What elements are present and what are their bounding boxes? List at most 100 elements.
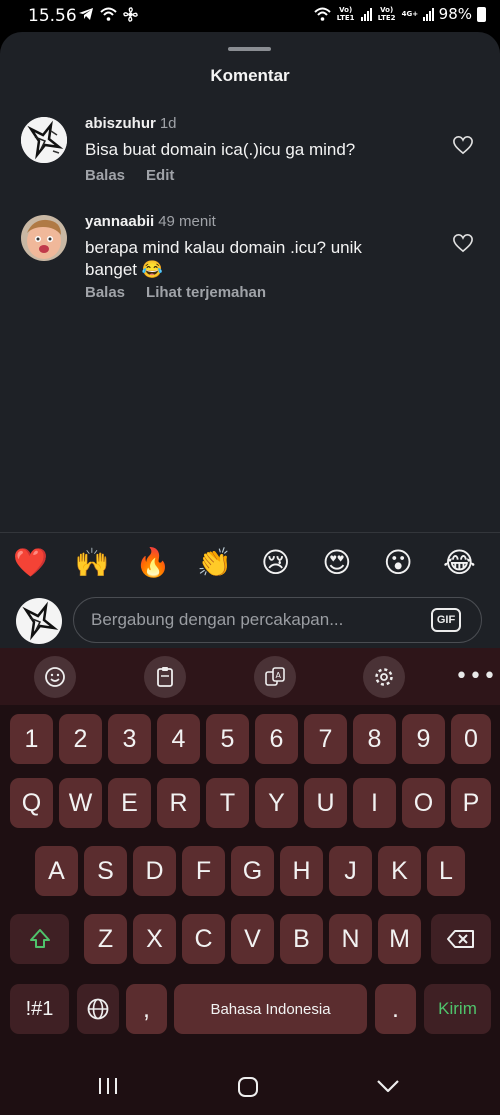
key-d[interactable]: D	[133, 846, 176, 896]
battery-percent: 98%	[438, 5, 472, 23]
backspace-key[interactable]	[431, 914, 491, 964]
comment-username[interactable]: abiszuhur	[85, 115, 156, 132]
sim1-label: Vo) LTE1	[336, 6, 355, 22]
keyboard: A ••• 1 2 3 4 5 6 7 8 9 0 Q W E R T Y U …	[0, 648, 500, 1056]
comment-input-box[interactable]: Bergabung dengan percakapan... GIF	[73, 597, 482, 643]
key-o[interactable]: O	[402, 778, 445, 828]
comment-actions: Balas Edit	[85, 167, 174, 184]
avatar-image	[21, 215, 67, 261]
key-l[interactable]: L	[427, 846, 465, 896]
shift-key[interactable]	[10, 914, 69, 964]
send-button[interactable]: Kirim	[424, 984, 491, 1034]
key-9[interactable]: 9	[402, 714, 445, 764]
shift-icon	[29, 929, 50, 948]
key-m[interactable]: M	[378, 914, 421, 964]
key-s[interactable]: S	[84, 846, 127, 896]
key-6[interactable]: 6	[255, 714, 298, 764]
emoji-icon[interactable]	[34, 656, 76, 698]
emoji-raising-hands[interactable]: 🙌	[61, 546, 122, 579]
emoji-heart-eyes[interactable]: 😍	[306, 546, 367, 579]
comment-time: 49 menit	[158, 213, 216, 230]
translate-icon[interactable]: A	[254, 656, 296, 698]
status-bar: 15.56 Vo) LTE1 Vo) LTE2 4G+ 98%	[0, 0, 500, 32]
emoji-clapping[interactable]: 👏	[184, 546, 245, 579]
comment-header: yannaabii 49 menit	[85, 213, 216, 230]
key-1[interactable]: 1	[10, 714, 53, 764]
period-key[interactable]: .	[375, 984, 416, 1034]
key-f[interactable]: F	[182, 846, 225, 896]
sim2-label: Vo) LTE2	[377, 6, 396, 22]
emoji-crying[interactable]: 😢	[245, 546, 306, 579]
like-heart-icon[interactable]	[452, 233, 474, 253]
key-p[interactable]: P	[451, 778, 491, 828]
key-8[interactable]: 8	[353, 714, 396, 764]
key-2[interactable]: 2	[59, 714, 102, 764]
key-u[interactable]: U	[304, 778, 347, 828]
emoji-heart[interactable]: ❤️	[0, 546, 61, 579]
emoji-laughing[interactable]: 😂	[429, 546, 490, 579]
avatar[interactable]	[21, 117, 67, 163]
comment-input[interactable]: Bergabung dengan percakapan...	[91, 610, 343, 630]
key-q[interactable]: Q	[10, 778, 53, 828]
key-5[interactable]: 5	[206, 714, 249, 764]
sheet-title: Komentar	[210, 66, 290, 85]
home-icon[interactable]	[236, 1076, 260, 1098]
key-y[interactable]: Y	[255, 778, 298, 828]
key-e[interactable]: E	[108, 778, 151, 828]
key-a[interactable]: A	[35, 846, 78, 896]
drag-handle[interactable]	[228, 47, 271, 51]
back-icon[interactable]	[375, 1076, 401, 1096]
comment-actions: Balas Lihat terjemahan	[85, 284, 266, 301]
recent-apps-icon[interactable]	[97, 1076, 119, 1096]
key-c[interactable]: C	[182, 914, 225, 964]
key-4[interactable]: 4	[157, 714, 200, 764]
status-notification-icons	[78, 7, 138, 22]
key-0[interactable]: 0	[451, 714, 491, 764]
signal-icon	[360, 7, 372, 21]
key-i[interactable]: I	[353, 778, 396, 828]
comment-username[interactable]: yannaabii	[85, 213, 154, 230]
signal-icon	[422, 7, 434, 21]
space-bar[interactable]: Bahasa Indonesia	[174, 984, 367, 1034]
battery-icon	[477, 6, 486, 22]
key-k[interactable]: K	[378, 846, 421, 896]
reply-button[interactable]: Balas	[85, 167, 125, 184]
translate-button[interactable]: Lihat terjemahan	[146, 284, 266, 301]
symbols-key[interactable]: !#1	[10, 984, 69, 1034]
comma-key[interactable]: ,	[126, 984, 167, 1034]
emoji-reaction-bar: ❤️ 🙌 🔥 👏 😢 😍 😮 😂	[0, 532, 500, 592]
status-system-icons: Vo) LTE1 Vo) LTE2 4G+ 98%	[313, 5, 486, 23]
reply-button[interactable]: Balas	[85, 284, 125, 301]
key-j[interactable]: J	[329, 846, 372, 896]
settings-icon[interactable]	[363, 656, 405, 698]
key-7[interactable]: 7	[304, 714, 347, 764]
key-v[interactable]: V	[231, 914, 274, 964]
key-b[interactable]: B	[280, 914, 323, 964]
comment-time: 1d	[159, 115, 177, 132]
key-g[interactable]: G	[231, 846, 274, 896]
key-n[interactable]: N	[329, 914, 372, 964]
clipboard-icon[interactable]	[144, 656, 186, 698]
language-key[interactable]	[77, 984, 119, 1034]
key-w[interactable]: W	[59, 778, 102, 828]
avatar-image	[21, 117, 67, 163]
emoji-fire[interactable]: 🔥	[123, 546, 184, 579]
key-t[interactable]: T	[206, 778, 249, 828]
more-icon[interactable]: •••	[455, 664, 497, 689]
key-3[interactable]: 3	[108, 714, 151, 764]
avatar[interactable]	[21, 215, 67, 261]
wifi-icon	[100, 7, 117, 21]
emoji-surprised[interactable]: 😮	[368, 546, 429, 579]
keyboard-toolbar: A •••	[0, 648, 500, 705]
edit-button[interactable]: Edit	[146, 167, 174, 184]
key-h[interactable]: H	[280, 846, 323, 896]
gif-button[interactable]: GIF	[431, 608, 461, 632]
key-r[interactable]: R	[157, 778, 200, 828]
comment-text: Bisa buat domain ica(.)icu ga mind?	[85, 140, 356, 159]
key-x[interactable]: X	[133, 914, 176, 964]
backspace-icon	[447, 930, 474, 948]
like-heart-icon[interactable]	[452, 135, 474, 155]
key-z[interactable]: Z	[84, 914, 127, 964]
comment-item: abiszuhur 1d Bisa buat domain ica(.)icu g…	[0, 112, 500, 192]
fan-icon	[123, 7, 138, 22]
